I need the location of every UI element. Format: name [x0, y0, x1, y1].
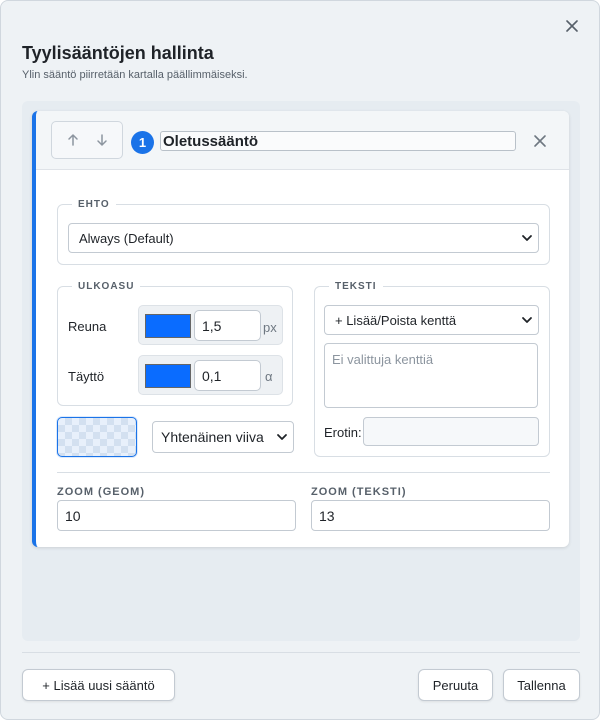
footer-divider — [22, 652, 580, 653]
chevron-down-icon — [521, 315, 533, 325]
rule-card: 1 EHTO Always (Default) ULKOASU Reuna — [32, 111, 569, 547]
reorder-buttons — [51, 121, 123, 159]
fill-opacity-input[interactable]: 0,1 — [194, 360, 261, 391]
move-up-icon[interactable] — [66, 133, 80, 147]
text-field-select-value: + Lisää/Poista kenttä — [335, 312, 457, 328]
stroke-controls: 1,5 px — [138, 305, 283, 345]
stroke-color-picker[interactable] — [145, 314, 191, 338]
stroke-label: Reuna — [68, 319, 107, 334]
text-legend: TEKSTI — [335, 281, 377, 292]
save-button[interactable]: Tallenna — [503, 669, 580, 701]
fill-color-picker[interactable] — [145, 364, 191, 388]
rule-name-input[interactable] — [160, 131, 516, 151]
rule-number-badge: 1 — [131, 131, 154, 154]
condition-legend: EHTO — [78, 199, 110, 210]
selected-fields-box[interactable]: Ei valittuja kenttiä — [324, 343, 538, 408]
zoom-text-input[interactable]: 13 — [311, 500, 550, 531]
style-preview — [57, 417, 137, 457]
fill-unit: α — [265, 369, 273, 384]
fill-label: Täyttö — [68, 369, 105, 384]
line-style-select[interactable]: Yhtenäinen viiva — [152, 421, 294, 453]
dialog-subtitle: Ylin sääntö piirretään kartalla päällimm… — [22, 69, 248, 81]
close-icon[interactable] — [561, 15, 583, 37]
zoom-text-label: ZOOM (TEKSTI) — [311, 486, 407, 498]
delete-rule-icon[interactable] — [529, 130, 551, 152]
move-down-icon[interactable] — [95, 133, 109, 147]
rules-list: 1 EHTO Always (Default) ULKOASU Reuna — [22, 101, 580, 641]
fill-controls: 0,1 α — [138, 355, 283, 395]
chevron-down-icon — [521, 233, 533, 243]
line-style-value: Yhtenäinen viiva — [161, 429, 264, 445]
cancel-button[interactable]: Peruuta — [418, 669, 493, 701]
separator-label: Erotin: — [324, 425, 362, 440]
rule-header: 1 — [36, 111, 569, 170]
zoom-geom-input[interactable]: 10 — [57, 500, 296, 531]
dialog-title: Tyylisääntöjen hallinta — [22, 43, 214, 63]
appearance-legend: ULKOASU — [78, 281, 135, 292]
stroke-width-input[interactable]: 1,5 — [194, 310, 261, 341]
zoom-geom-label: ZOOM (GEOM) — [57, 486, 145, 498]
condition-select-value: Always (Default) — [79, 230, 174, 246]
section-divider — [57, 472, 550, 473]
text-field-select[interactable]: + Lisää/Poista kenttä — [324, 305, 539, 335]
chevron-down-icon — [276, 432, 288, 442]
separator-input[interactable] — [363, 417, 539, 446]
stroke-unit: px — [263, 320, 277, 335]
condition-select[interactable]: Always (Default) — [68, 223, 539, 253]
style-rules-dialog: Tyylisääntöjen hallinta Ylin sääntö piir… — [0, 0, 600, 720]
add-rule-button[interactable]: + Lisää uusi sääntö — [22, 669, 175, 701]
